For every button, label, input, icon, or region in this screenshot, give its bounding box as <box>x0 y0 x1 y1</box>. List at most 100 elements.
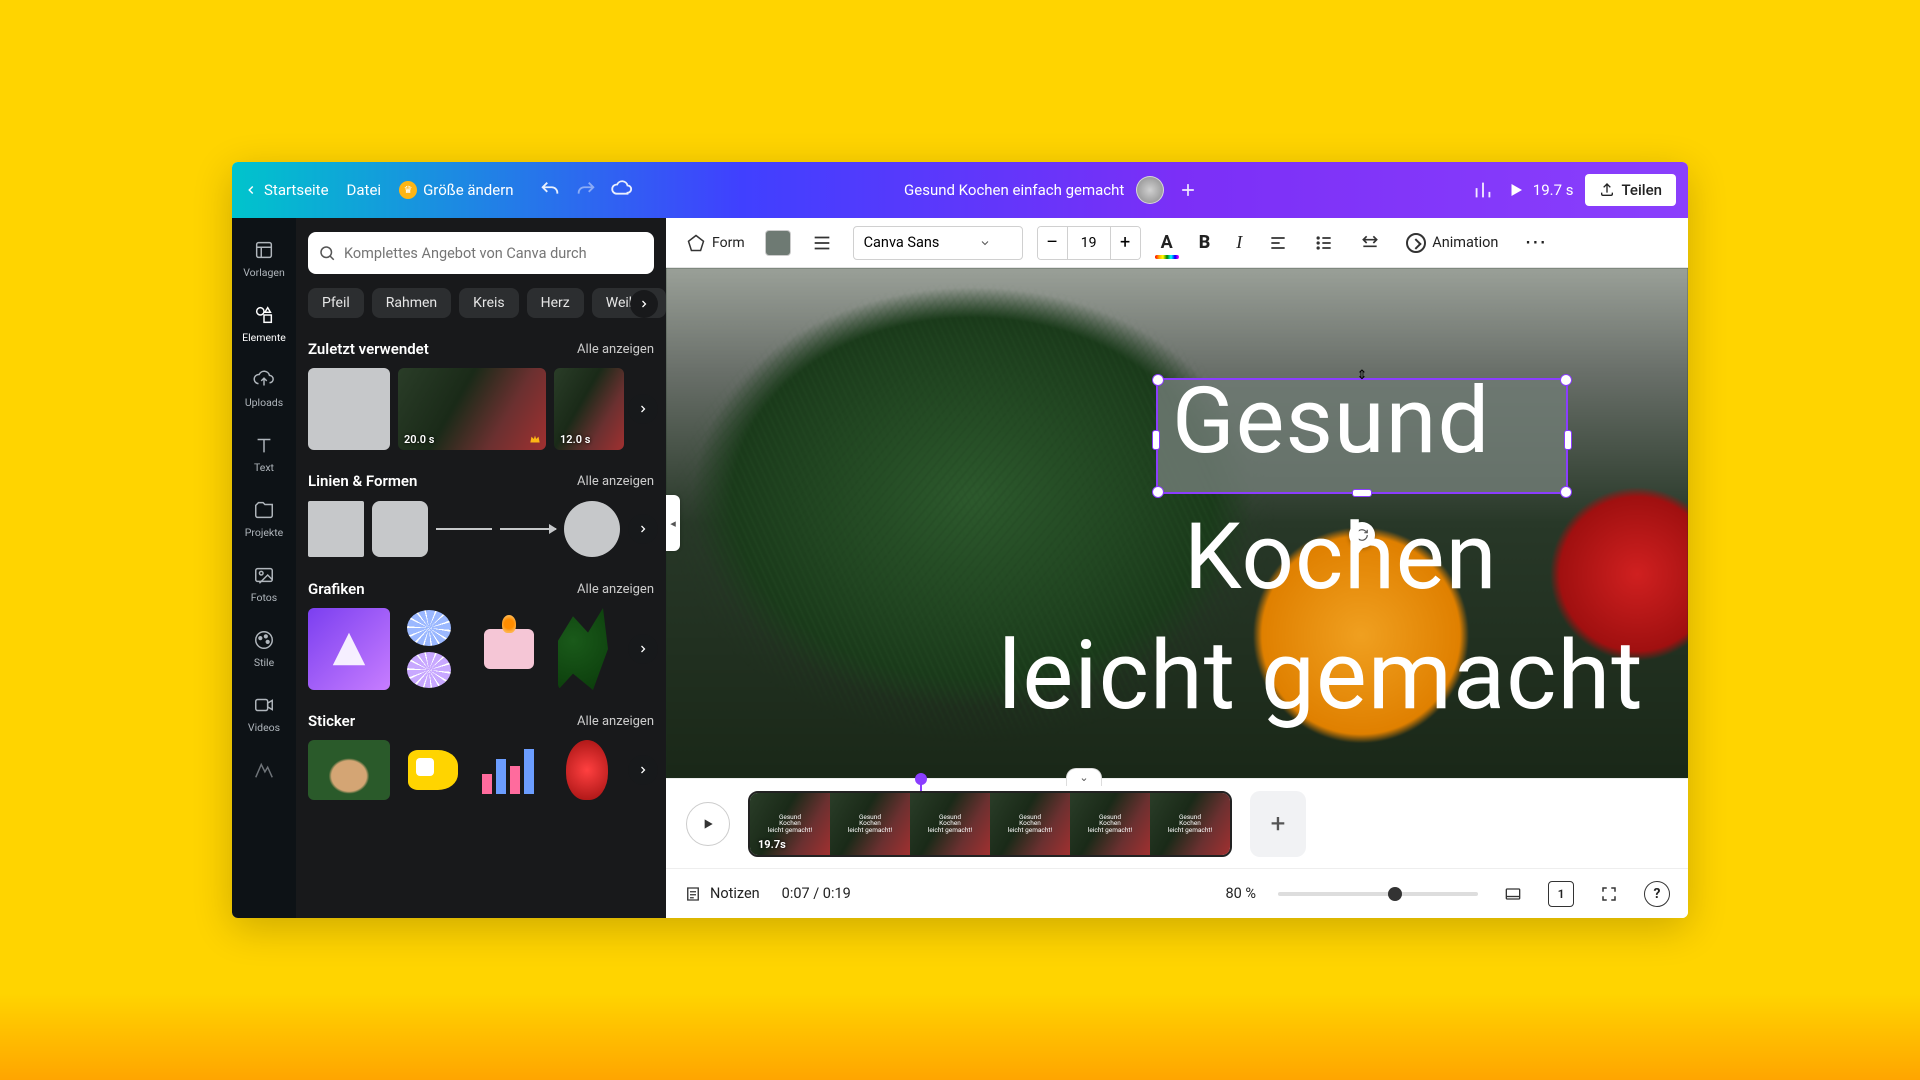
search-box[interactable] <box>308 232 654 274</box>
resize-button[interactable]: ♛ Größe ändern <box>399 181 514 199</box>
sticker-thumb-3[interactable] <box>476 740 558 800</box>
font-size-decrease[interactable]: – <box>1038 227 1068 259</box>
graphics-show-all[interactable]: Alle anzeigen <box>577 582 654 597</box>
rail-elements[interactable]: Elemente <box>232 293 296 354</box>
stickers-show-all[interactable]: Alle anzeigen <box>577 714 654 729</box>
sticker-thumb-2[interactable] <box>398 740 468 800</box>
rail-text[interactable]: Text <box>232 423 296 484</box>
share-button[interactable]: Teilen <box>1585 174 1676 206</box>
sticker-thumb-4[interactable] <box>566 740 608 800</box>
canvas-text-line3[interactable]: leicht gemacht <box>998 626 1644 727</box>
file-menu[interactable]: Datei <box>347 181 382 199</box>
selection-handle-sw[interactable] <box>1152 486 1164 498</box>
notes-button[interactable]: Notizen <box>684 885 760 903</box>
help-button[interactable]: ? <box>1644 881 1670 907</box>
home-button[interactable]: Startseite <box>244 181 329 199</box>
design-canvas[interactable]: ◂ Gesund ⇕ Kochen leicht gemacht <box>666 268 1688 778</box>
elements-icon <box>252 303 276 327</box>
recent-scroll-right[interactable] <box>628 394 658 424</box>
rail-styles[interactable]: Stile <box>232 618 296 679</box>
shape-line[interactable] <box>436 528 492 530</box>
uploads-icon <box>252 368 276 392</box>
font-family-select[interactable]: Canva Sans <box>853 226 1023 260</box>
user-avatar[interactable] <box>1136 176 1164 204</box>
chip-scroll-right[interactable] <box>630 290 658 318</box>
shape-rounded-square[interactable] <box>372 501 428 557</box>
panel-collapse-handle[interactable]: ◂ <box>666 495 680 551</box>
add-page-button[interactable]: + <box>1250 791 1306 857</box>
selection-handle-se[interactable] <box>1560 486 1572 498</box>
recent-show-all[interactable]: Alle anzeigen <box>577 342 654 357</box>
selected-text-frame[interactable]: Gesund ⇕ <box>1156 378 1568 494</box>
undo-button[interactable] <box>538 178 562 202</box>
zoom-slider[interactable] <box>1278 892 1478 896</box>
selection-handle-e[interactable] <box>1564 430 1572 450</box>
present-button[interactable]: 19.7 s <box>1507 181 1574 199</box>
italic-button[interactable]: I <box>1230 228 1248 257</box>
rail-videos[interactable]: Videos <box>232 683 296 744</box>
canvas-text-line2[interactable]: Kochen <box>1184 510 1497 607</box>
border-style-button[interactable] <box>805 228 839 258</box>
page-indicator[interactable]: 1 <box>1548 881 1574 907</box>
rail-more[interactable] <box>232 748 296 792</box>
list-button[interactable] <box>1308 229 1340 257</box>
selection-handle-s[interactable] <box>1352 489 1372 497</box>
fill-color-swatch[interactable] <box>765 230 791 256</box>
bold-button[interactable]: B <box>1193 228 1217 257</box>
insights-button[interactable] <box>1471 178 1495 202</box>
graphic-thumb-3[interactable] <box>468 608 550 690</box>
graphics-scroll-right[interactable] <box>628 634 658 664</box>
cloud-sync-icon[interactable] <box>610 178 634 202</box>
shape-square[interactable] <box>308 501 364 557</box>
recent-thumb-video-2[interactable]: 12.0 s <box>554 368 624 450</box>
text-color-button[interactable]: A <box>1155 228 1179 257</box>
chip-kreis[interactable]: Kreis <box>459 288 518 318</box>
clip-frame: GesundKochenleicht gemacht! <box>1150 793 1230 855</box>
grid-view-button[interactable] <box>1500 881 1526 907</box>
notes-icon <box>684 885 702 903</box>
selection-handle-ne[interactable] <box>1560 374 1572 386</box>
rail-photos[interactable]: Fotos <box>232 553 296 614</box>
animation-button[interactable]: Animation <box>1400 229 1504 257</box>
rail-uploads[interactable]: Uploads <box>232 358 296 419</box>
lines-show-all[interactable]: Alle anzeigen <box>577 474 654 489</box>
shape-form-button[interactable]: Form <box>680 229 751 257</box>
chip-pfeil[interactable]: Pfeil <box>308 288 364 318</box>
graphic-thumb-1[interactable] <box>308 608 390 690</box>
timeline-collapse-button[interactable]: ⌄ <box>1066 768 1102 786</box>
graphic-thumb-4[interactable] <box>558 608 608 690</box>
more-options-button[interactable]: ⋯ <box>1518 226 1554 259</box>
rail-projects[interactable]: Projekte <box>232 488 296 549</box>
shape-arrow-line[interactable] <box>500 528 556 530</box>
canvas-text-line1[interactable]: Gesund <box>1172 374 1490 471</box>
shape-circle[interactable] <box>564 501 620 557</box>
selection-handle-w[interactable] <box>1152 430 1160 450</box>
zoom-slider-knob[interactable] <box>1388 887 1402 901</box>
font-size-value[interactable]: 19 <box>1068 227 1110 259</box>
clip-frame: GesundKochenleicht gemacht! <box>830 793 910 855</box>
recent-thumb-video-1[interactable]: 20.0 s <box>398 368 546 450</box>
redo-button[interactable] <box>574 178 598 202</box>
chip-rahmen[interactable]: Rahmen <box>372 288 451 318</box>
add-collaborator-button[interactable] <box>1176 178 1200 202</box>
spacing-button[interactable] <box>1354 229 1386 257</box>
format-toolbar: Form Canva Sans – 19 + A B I <box>666 218 1688 268</box>
document-title[interactable]: Gesund Kochen einfach gemacht <box>904 181 1124 199</box>
recent-thumb-shape[interactable] <box>308 368 390 450</box>
chip-herz[interactable]: Herz <box>527 288 584 318</box>
font-size-increase[interactable]: + <box>1110 227 1140 259</box>
timeline-clip[interactable]: 19.7s GesundKochenleicht gemacht! Gesund… <box>748 791 1232 857</box>
lines-scroll-right[interactable] <box>628 514 658 544</box>
stickers-scroll-right[interactable] <box>628 755 658 785</box>
timeline-play-button[interactable] <box>686 802 730 846</box>
text-icon <box>252 433 276 457</box>
graphic-thumb-2[interactable] <box>398 608 460 690</box>
selection-handle-nw[interactable] <box>1152 374 1164 386</box>
rail-templates[interactable]: Vorlagen <box>232 228 296 289</box>
section-stickers: Sticker Alle anzeigen <box>308 712 654 800</box>
align-button[interactable] <box>1262 229 1294 257</box>
header-right: 19.7 s Teilen <box>1471 174 1676 206</box>
search-input[interactable] <box>344 245 644 262</box>
fullscreen-button[interactable] <box>1596 881 1622 907</box>
sticker-thumb-1[interactable] <box>308 740 390 800</box>
